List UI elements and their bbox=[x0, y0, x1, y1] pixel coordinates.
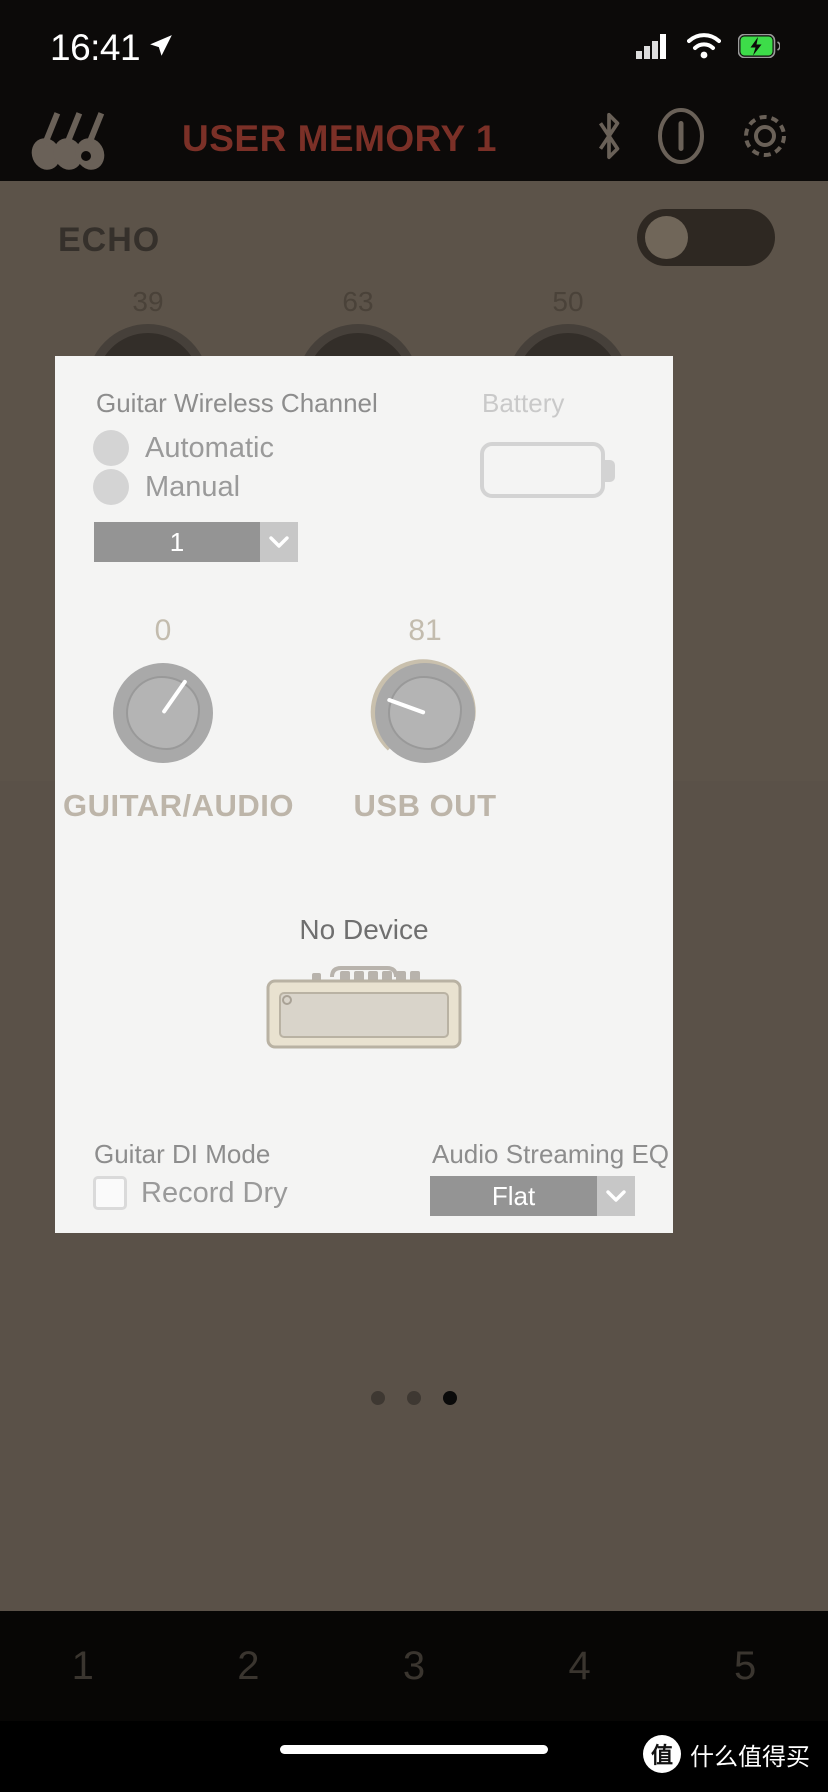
watermark-text: 什么值得买 bbox=[690, 1743, 810, 1771]
chevron-down-icon bbox=[597, 1176, 635, 1216]
device-status-label: No Device bbox=[299, 914, 429, 945]
channel-select[interactable]: 1 bbox=[94, 522, 298, 562]
effect-power-toggle[interactable] bbox=[637, 209, 775, 266]
battery-charging-icon bbox=[737, 33, 781, 63]
effect-name-label: ECHO bbox=[58, 221, 161, 259]
guitar-di-mode-label: Guitar DI Mode bbox=[94, 1139, 271, 1169]
channel-select-value: 1 bbox=[94, 522, 260, 562]
memory-tab-bar: 1 2 3 4 5 bbox=[0, 1611, 828, 1721]
bg-knob-2-value: 63 bbox=[342, 286, 374, 317]
record-dry-label: Record Dry bbox=[141, 1176, 288, 1209]
page-dot-2[interactable] bbox=[407, 1391, 421, 1405]
battery-empty-icon bbox=[480, 442, 615, 498]
audio-streaming-eq-select[interactable]: Flat bbox=[430, 1176, 635, 1216]
wireless-settings-dialog: Guitar Wireless Channel Battery Automati… bbox=[55, 356, 673, 1233]
bg-knob-1-value: 39 bbox=[132, 286, 164, 317]
page-title: USER MEMORY 1 bbox=[182, 117, 497, 159]
radio-automatic-dot bbox=[93, 430, 129, 466]
cellular-signal-icon bbox=[636, 33, 670, 64]
tab-memory-3[interactable]: 3 bbox=[331, 1644, 497, 1689]
audio-streaming-eq-value: Flat bbox=[430, 1176, 597, 1216]
knob-usb-out[interactable]: 81 USB OUT bbox=[325, 614, 525, 824]
knob-usb-out-inner bbox=[388, 676, 462, 750]
location-arrow-icon bbox=[148, 33, 174, 64]
bg-knob-3-value: 50 bbox=[552, 286, 584, 317]
record-dry-checkbox-row[interactable]: Record Dry bbox=[93, 1176, 288, 1210]
radio-manual-label: Manual bbox=[145, 470, 241, 503]
radio-manual-dot bbox=[93, 469, 129, 505]
page-dot-3[interactable] bbox=[443, 1391, 457, 1405]
tab-memory-1[interactable]: 1 bbox=[0, 1644, 166, 1689]
shield-icon[interactable] bbox=[652, 107, 710, 170]
audio-streaming-eq-label: Audio Streaming EQ bbox=[432, 1139, 670, 1169]
phone-screen: 16:41 USER MEMORY 1 ECHO 39 63 50 1 2 3 … bbox=[0, 0, 828, 1792]
radio-automatic[interactable]: Automatic bbox=[93, 430, 274, 466]
record-dry-checkbox[interactable] bbox=[93, 1176, 127, 1210]
guitar-wireless-channel-label: Guitar Wireless Channel bbox=[96, 388, 378, 418]
wifi-icon bbox=[687, 32, 721, 64]
amplifier-illustration bbox=[260, 961, 468, 1051]
guitars-icon bbox=[24, 106, 142, 172]
app-header: USER MEMORY 1 bbox=[0, 96, 828, 181]
status-bar-left: 16:41 bbox=[50, 27, 174, 69]
home-bar-area: 值 什么值得买 bbox=[0, 1721, 828, 1792]
battery-section-label: Battery bbox=[482, 388, 565, 418]
knob-usb-out-value: 81 bbox=[408, 614, 442, 647]
status-time: 16:41 bbox=[50, 27, 141, 68]
knob-guitar-audio[interactable]: 0 GUITAR/AUDIO bbox=[63, 614, 295, 824]
gear-icon[interactable] bbox=[736, 107, 794, 170]
chevron-down-icon bbox=[260, 522, 298, 562]
knob-guitar-audio-value: 0 bbox=[154, 614, 172, 647]
watermark: 值 什么值得买 bbox=[643, 1735, 810, 1773]
header-icon-group bbox=[592, 107, 794, 170]
radio-manual[interactable]: Manual bbox=[93, 469, 240, 505]
toggle-thumb bbox=[645, 216, 688, 259]
home-indicator[interactable] bbox=[280, 1745, 548, 1754]
page-dot-1[interactable] bbox=[371, 1391, 385, 1405]
tab-memory-4[interactable]: 4 bbox=[497, 1644, 663, 1689]
status-bar-right bbox=[636, 32, 781, 64]
tab-memory-5[interactable]: 5 bbox=[662, 1644, 828, 1689]
knob-guitar-audio-label: GUITAR/AUDIO bbox=[63, 788, 295, 823]
knob-usb-out-dial[interactable] bbox=[366, 654, 484, 772]
status-bar: 16:41 bbox=[0, 0, 828, 96]
tab-memory-2[interactable]: 2 bbox=[166, 1644, 332, 1689]
bluetooth-icon[interactable] bbox=[592, 110, 626, 167]
knob-usb-out-label: USB OUT bbox=[353, 788, 497, 823]
watermark-badge: 值 bbox=[643, 1735, 681, 1773]
knob-guitar-audio-dial[interactable] bbox=[104, 654, 222, 772]
radio-automatic-label: Automatic bbox=[145, 431, 274, 464]
page-indicator-dots bbox=[0, 1391, 828, 1405]
